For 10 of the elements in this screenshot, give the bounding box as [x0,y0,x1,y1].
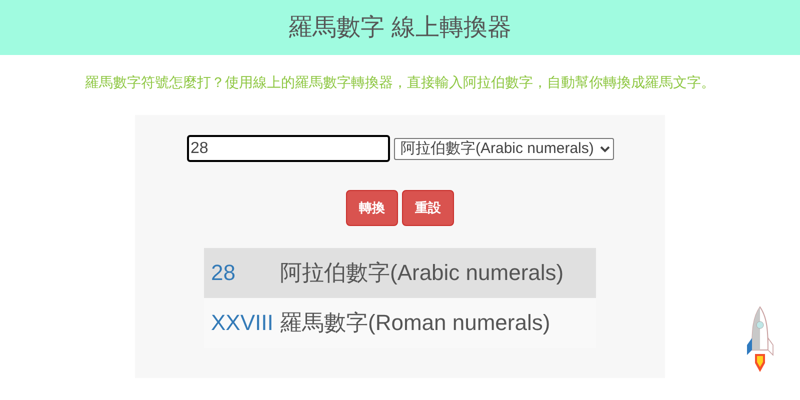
result-label: 阿拉伯數字(Arabic numerals) [280,259,564,287]
action-button[interactable]: 轉換 [346,190,398,226]
result-value: 28 [210,259,236,287]
result-label: 羅馬數字(Roman numerals) [280,309,550,337]
result-value: XXVIII [210,309,274,337]
intro-text: 羅馬數字符號怎麼打？使用線上的羅馬數字轉換器，直接輸入阿拉伯數字，自動幫你轉換成羅馬文字。 [85,74,715,90]
page-title: 羅馬數字 線上轉換器 [288,12,512,42]
number-input[interactable]: 28 [186,135,390,162]
type-select[interactable]: 阿拉伯數字(Arabic numerals) [394,138,614,160]
action-button[interactable]: 重設 [402,190,454,226]
